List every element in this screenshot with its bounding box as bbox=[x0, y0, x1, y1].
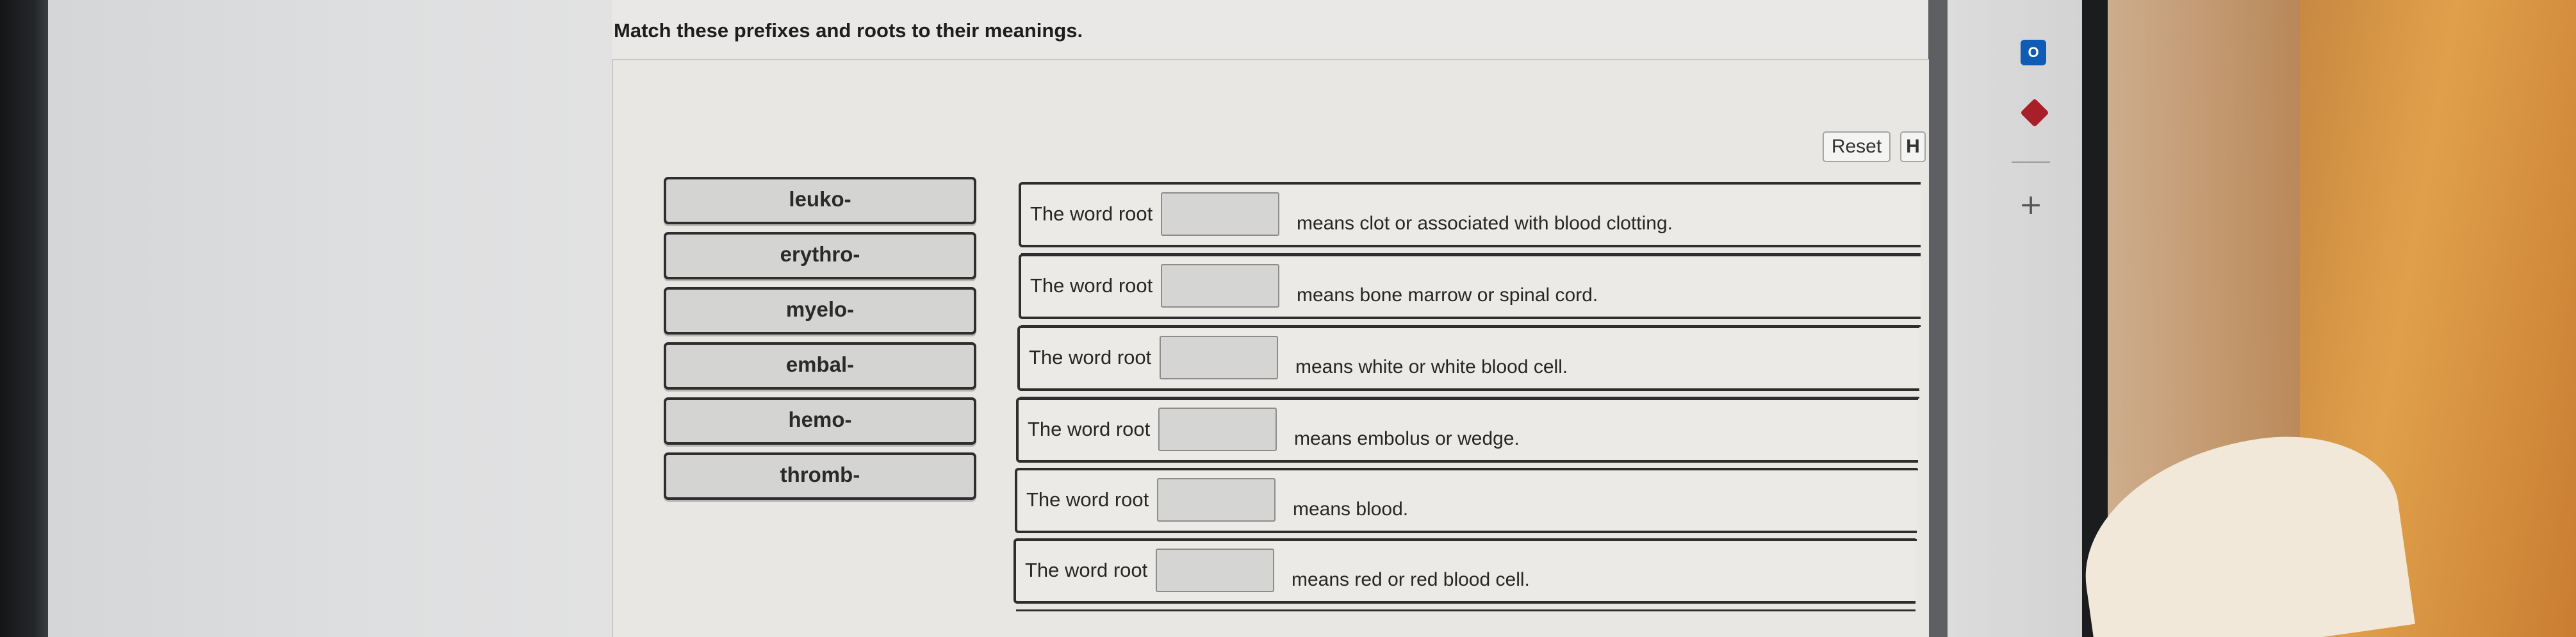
match-row: The word root means red or red blood cel… bbox=[1013, 538, 1916, 611]
row-meaning: means clot or associated with blood clot… bbox=[1297, 213, 1673, 234]
answer-drop-zone[interactable] bbox=[1156, 549, 1274, 592]
row-meaning: means bone marrow or spinal cord. bbox=[1297, 285, 1598, 306]
row-label: The word root bbox=[1029, 346, 1152, 368]
prefix-chip-myelo[interactable]: myelo- bbox=[664, 287, 976, 335]
question-instructions: Match these prefixes and roots to their … bbox=[614, 19, 1083, 42]
prefix-chip-hemo[interactable]: hemo- bbox=[664, 397, 976, 445]
match-row: The word root means clot or associated w… bbox=[1019, 182, 1921, 255]
row-label: The word root bbox=[1025, 559, 1148, 581]
outlook-icon[interactable]: O bbox=[2021, 40, 2046, 65]
row-label: The word root bbox=[1030, 274, 1153, 297]
row-meaning: means blood. bbox=[1293, 499, 1409, 520]
match-row: The word root means blood. bbox=[1015, 468, 1917, 541]
answer-drop-zone[interactable] bbox=[1157, 478, 1276, 522]
row-meaning: means red or red blood cell. bbox=[1292, 569, 1530, 590]
prefix-chip-thromb[interactable]: thromb- bbox=[664, 452, 976, 500]
monitor-bezel-left bbox=[0, 0, 48, 637]
row-label: The word root bbox=[1028, 418, 1151, 440]
row-label: The word root bbox=[1026, 488, 1149, 511]
prefix-chip-erythro[interactable]: erythro- bbox=[664, 232, 976, 279]
help-button[interactable]: H bbox=[1900, 131, 1926, 162]
reset-button[interactable]: Reset bbox=[1823, 131, 1891, 162]
match-row: The word root means bone marrow or spina… bbox=[1019, 254, 1921, 327]
add-icon[interactable]: + bbox=[2018, 191, 2044, 219]
page-scrollbar-track[interactable] bbox=[1928, 0, 1948, 637]
row-meaning: means embolus or wedge. bbox=[1294, 428, 1520, 449]
prefix-chip-embal[interactable]: embal- bbox=[664, 342, 976, 390]
answer-drop-zone[interactable] bbox=[1158, 408, 1277, 451]
prefix-chip-leuko[interactable]: leuko- bbox=[664, 177, 976, 224]
answer-drop-zone[interactable] bbox=[1160, 336, 1278, 379]
match-row: The word root means embolus or wedge. bbox=[1016, 397, 1918, 470]
side-panel-divider bbox=[2012, 161, 2050, 163]
row-label: The word root bbox=[1030, 203, 1153, 225]
page-left-margin bbox=[48, 0, 612, 637]
answer-drop-zone[interactable] bbox=[1161, 264, 1279, 308]
match-row: The word root means white or white blood… bbox=[1017, 326, 1919, 399]
row-meaning: means white or white blood cell. bbox=[1295, 356, 1568, 377]
browser-side-panel bbox=[1948, 0, 2082, 637]
answer-drop-zone[interactable] bbox=[1161, 192, 1279, 236]
